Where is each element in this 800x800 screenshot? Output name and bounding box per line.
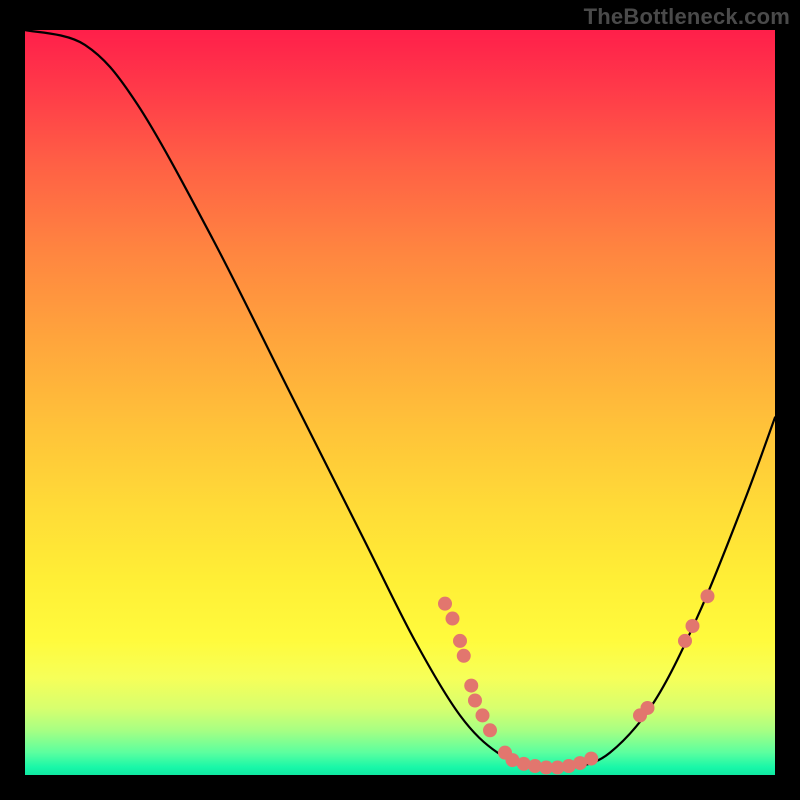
curve-marker bbox=[438, 597, 452, 611]
bottleneck-curve bbox=[25, 30, 775, 769]
curve-marker bbox=[453, 634, 467, 648]
attribution-label: TheBottleneck.com bbox=[584, 4, 790, 30]
chart-frame: TheBottleneck.com bbox=[0, 0, 800, 800]
curve-marker bbox=[641, 701, 655, 715]
curve-marker bbox=[483, 723, 497, 737]
curve-marker bbox=[701, 589, 715, 603]
curve-overlay bbox=[25, 30, 775, 775]
curve-marker bbox=[468, 694, 482, 708]
curve-marker bbox=[476, 708, 490, 722]
curve-marker bbox=[464, 679, 478, 693]
curve-marker bbox=[446, 612, 460, 626]
curve-markers bbox=[438, 589, 715, 774]
curve-marker bbox=[584, 752, 598, 766]
plot-area bbox=[25, 30, 775, 775]
curve-marker bbox=[457, 649, 471, 663]
curve-marker bbox=[686, 619, 700, 633]
curve-marker bbox=[678, 634, 692, 648]
